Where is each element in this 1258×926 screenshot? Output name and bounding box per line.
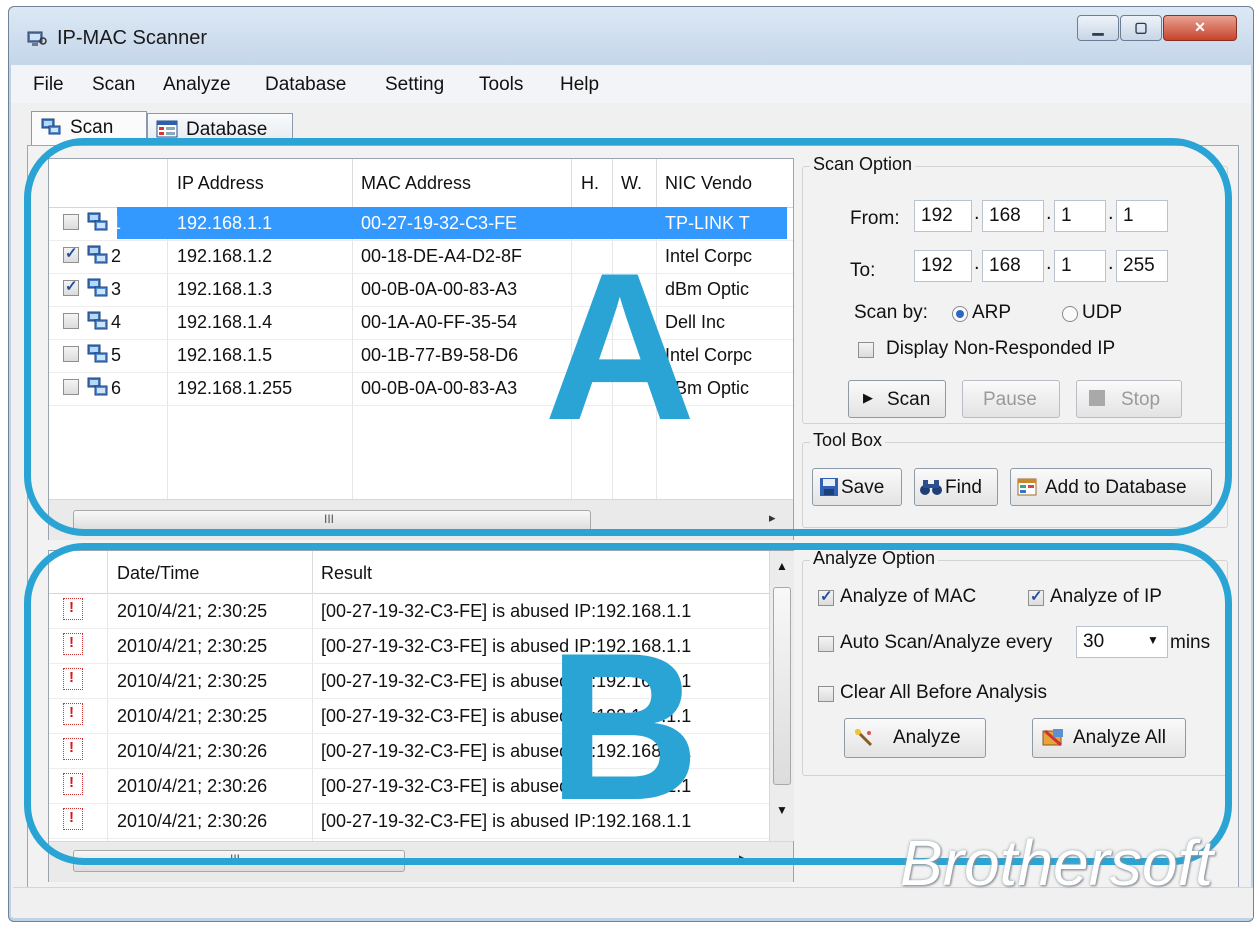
annotation-label-b: B: [548, 609, 700, 844]
menu-database[interactable]: Database: [265, 74, 346, 96]
network-icon: [41, 118, 61, 135]
menu-setting[interactable]: Setting: [385, 74, 444, 96]
menu-bar: File Scan Analyze Database Setting Tools…: [11, 65, 1251, 104]
menu-tools[interactable]: Tools: [479, 74, 523, 96]
close-button[interactable]: ✕: [1163, 15, 1237, 41]
menu-help[interactable]: Help: [560, 74, 599, 96]
minimize-button[interactable]: ▁: [1077, 15, 1119, 41]
window-title: IP-MAC Scanner: [57, 27, 208, 49]
title-bar[interactable]: IP-MAC Scanner ▁ ▢ ✕: [9, 7, 1253, 65]
maximize-button[interactable]: ▢: [1120, 15, 1162, 41]
annotation-label-a: A: [544, 229, 696, 464]
menu-analyze[interactable]: Analyze: [163, 74, 231, 96]
app-icon: [27, 31, 47, 46]
close-icon: ✕: [1194, 19, 1206, 35]
minimize-icon: ▁: [1092, 19, 1104, 35]
tab-scan-label: Scan: [70, 117, 114, 138]
menu-file[interactable]: File: [33, 74, 64, 96]
maximize-icon: ▢: [1134, 19, 1148, 35]
watermark: Brothersoft: [900, 827, 1214, 899]
database-icon: [156, 120, 178, 138]
menu-scan[interactable]: Scan: [92, 74, 135, 96]
